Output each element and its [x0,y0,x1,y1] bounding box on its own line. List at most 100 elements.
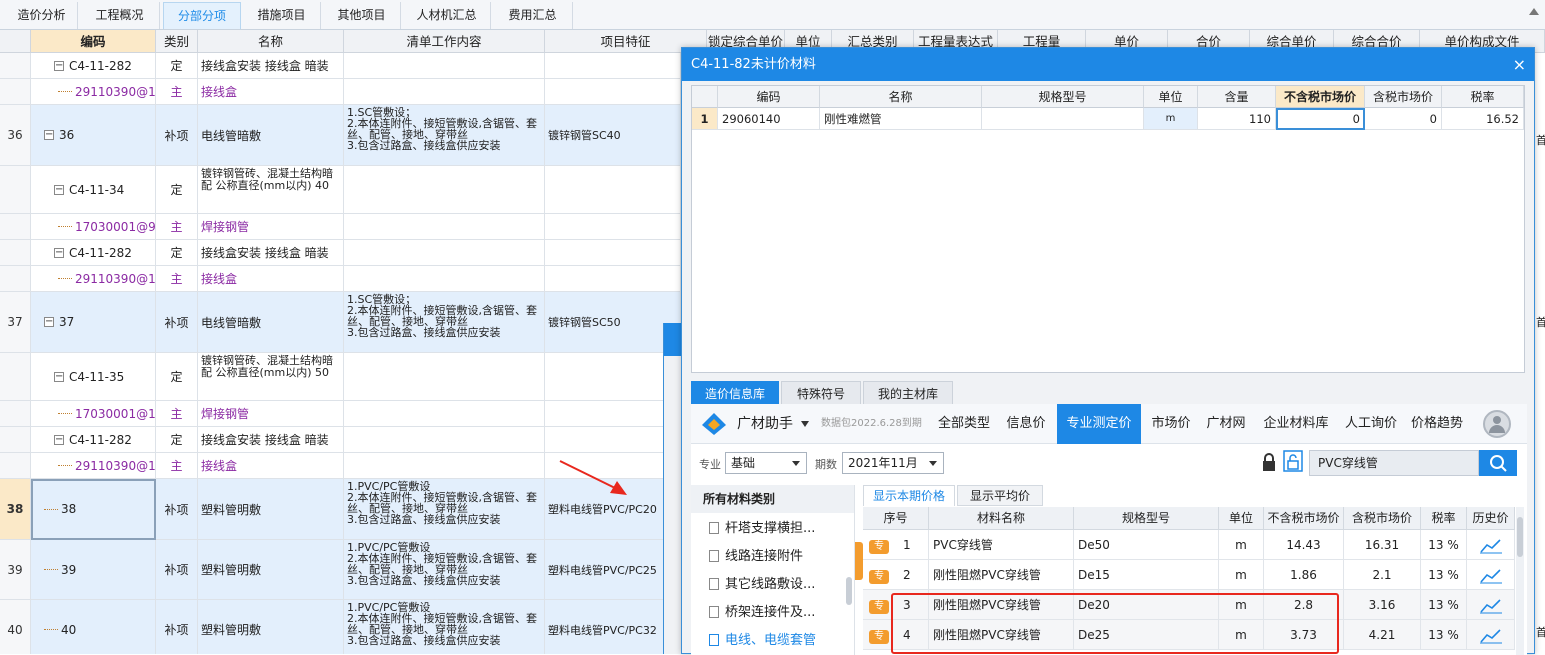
category-item[interactable]: 杆塔支撑横担... [709,515,815,543]
code-cell[interactable]: − C4-11-35 [31,353,156,401]
tab-price-info-library[interactable]: 造价信息库 [691,381,779,405]
material-code[interactable]: 29060140 [718,108,820,130]
feature-cell[interactable]: 塑料电线管PVC/PC32 [545,600,681,654]
tab-special-symbols[interactable]: 特殊符号 [781,381,861,405]
collapse-icon[interactable]: − [54,184,64,195]
list-row-price-in[interactable]: 16.31 [1344,530,1421,560]
feature-cell[interactable] [545,266,681,292]
code-cell[interactable]: 29110390@1 [31,79,156,105]
content-cell[interactable] [344,353,545,401]
tax-rate[interactable]: 16.52 [1442,108,1524,130]
content-cell[interactable] [344,266,545,292]
header-code[interactable]: 编码 [718,86,820,108]
feature-cell[interactable]: 镀锌钢管SC50 [545,292,681,353]
feature-cell[interactable] [545,53,681,79]
category-item[interactable]: 桥架连接件及... [709,599,815,627]
collapse-icon[interactable]: − [44,317,54,327]
content-cell[interactable]: 1.PVC/PC管敷设 2.本体连附件、接短管敷设,含锯管、套丝、配管、接地、穿… [344,540,545,600]
trend-chart-icon[interactable] [1479,628,1502,644]
collapse-panel-handle[interactable] [855,542,863,580]
content-cell[interactable] [344,214,545,240]
name-cell[interactable]: 镀锌钢管砖、混凝土结构暗配 公称直径(mm以内) 50 [198,353,344,401]
name-cell[interactable]: 塑料管明敷 [198,540,344,600]
nav-labor-inquiry[interactable]: 人工询价 [1339,404,1403,444]
list-row-unit[interactable]: m [1219,560,1264,590]
list-row-price-ex[interactable]: 14.43 [1264,530,1344,560]
nav-price-trend[interactable]: 价格趋势 [1409,404,1465,444]
trend-chart-icon[interactable] [1479,538,1502,554]
name-cell[interactable]: 接线盒安装 接线盒 暗装 [198,427,344,453]
content-cell[interactable] [344,453,545,479]
list-row-price-in[interactable]: 3.16 [1344,590,1421,620]
code-cell[interactable]: −36 [31,105,156,166]
code-cell[interactable]: − C4-11-34 [31,166,156,214]
content-cell[interactable] [344,166,545,214]
content-cell[interactable]: 1.SC管敷设； 2.本体连附件、接短管敷设,含锯管、套丝、配管、接地、穿带丝 … [344,292,545,353]
list-row-price-in[interactable]: 2.1 [1344,560,1421,590]
list-scrollbar[interactable] [1516,507,1524,655]
tab-measures[interactable]: 措施项目 [243,2,321,29]
header-code[interactable]: 编码 [31,30,156,53]
search-button[interactable] [1479,450,1517,476]
collapse-icon[interactable]: − [54,247,64,258]
name-cell[interactable]: 接线盒安装 接线盒 暗装 [198,240,344,266]
period-select[interactable]: 2021年11月 [842,452,944,474]
tab-sub-items[interactable]: 分部分项 [163,2,241,29]
header-price-in-tax[interactable]: 含税市场价 [1365,86,1442,108]
tab-my-material-library[interactable]: 我的主材库 [863,381,953,405]
list-row-spec[interactable]: De15 [1074,560,1219,590]
header-price-ex-tax[interactable]: 不含税市场价 [1276,86,1365,108]
list-row-history[interactable] [1467,620,1515,650]
list-row-price-in[interactable]: 4.21 [1344,620,1421,650]
header-type[interactable]: 类别 [156,30,198,53]
code-cell[interactable]: 40 [31,600,156,654]
list-row-spec[interactable]: De50 [1074,530,1219,560]
content-cell[interactable] [344,240,545,266]
feature-cell[interactable] [545,166,681,214]
tab-current-price[interactable]: 显示本期价格 [863,485,955,506]
list-row-price-ex[interactable]: 1.86 [1264,560,1344,590]
price-in-tax[interactable]: 0 [1365,108,1442,130]
feature-cell[interactable]: 塑料电线管PVC/PC25 [545,540,681,600]
material-name[interactable]: 刚性难燃管 [820,108,982,130]
code-cell-selected[interactable]: 38 [31,479,156,540]
feature-cell[interactable] [545,401,681,427]
code-cell[interactable]: 39 [31,540,156,600]
category-scrollbar[interactable] [846,577,852,605]
feature-cell[interactable] [545,353,681,401]
feature-cell[interactable] [545,427,681,453]
content-cell[interactable] [344,427,545,453]
list-row-name[interactable]: 刚性阻燃PVC穿线管 [929,560,1074,590]
code-cell[interactable]: 29110390@1 [31,453,156,479]
list-row-no[interactable]: 专1 [863,530,929,560]
collapse-icon[interactable]: − [54,60,64,71]
list-row-tax[interactable]: 13 % [1421,530,1467,560]
feature-cell[interactable] [545,214,681,240]
name-cell[interactable]: 电线管暗敷 [198,292,344,353]
unlock-icon[interactable] [1283,450,1303,472]
category-item[interactable]: 线路连接附件 [709,543,803,571]
tab-average-price[interactable]: 显示平均价 [957,485,1043,506]
content-cell[interactable] [344,79,545,105]
trend-chart-icon[interactable] [1479,568,1502,584]
code-cell[interactable]: − C4-11-282 [31,53,156,79]
material-spec[interactable] [982,108,1144,130]
list-row-name[interactable]: PVC穿线管 [929,530,1074,560]
name-cell[interactable]: 接线盒 [198,79,344,105]
major-select[interactable]: 基础 [725,452,807,474]
collapse-icon[interactable]: − [54,434,64,445]
list-row-history[interactable] [1467,530,1515,560]
list-row-tax[interactable]: 13 % [1421,560,1467,590]
material-qty[interactable]: 110 [1198,108,1276,130]
name-cell[interactable]: 电线管暗敷 [198,105,344,166]
name-cell[interactable]: 焊接钢管 [198,401,344,427]
content-cell[interactable] [344,53,545,79]
close-icon[interactable]: × [1513,48,1526,81]
header-tax-rate[interactable]: 税率 [1442,86,1524,108]
list-row-no[interactable]: 专2 [863,560,929,590]
nav-market-price[interactable]: 市场价 [1145,404,1197,444]
feature-cell[interactable] [545,240,681,266]
collapse-icon[interactable]: − [44,130,54,140]
tab-cost-analysis[interactable]: 造价分析 [6,2,78,29]
header-name[interactable]: 名称 [198,30,344,53]
